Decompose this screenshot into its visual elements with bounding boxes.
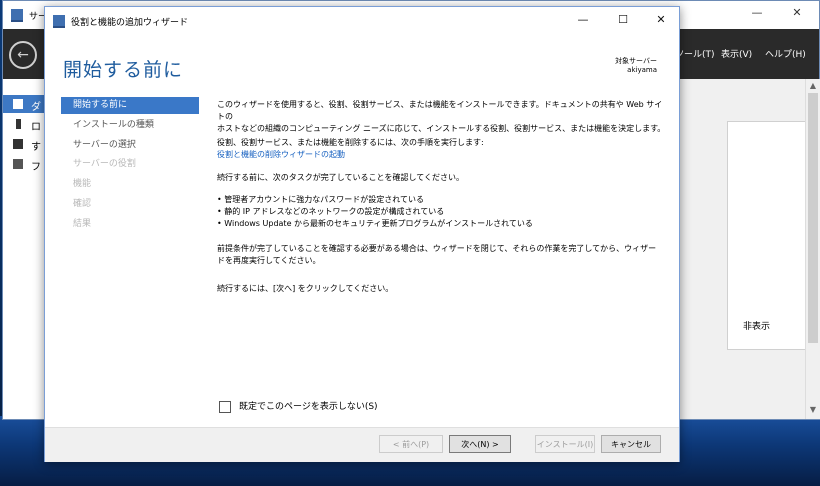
- nav-item-all-servers[interactable]: す: [3, 135, 47, 153]
- server-manager-nav: ダ ロ す フ: [3, 79, 47, 419]
- nav-item-label: フ: [31, 162, 41, 173]
- minimize-icon[interactable]: —: [571, 13, 595, 29]
- back-arrow-icon[interactable]: ←: [9, 41, 37, 69]
- file-services-icon: [13, 159, 23, 169]
- wizard-header: 開始する前に 対象サーバー akiyama: [45, 35, 679, 95]
- step-installation-type[interactable]: インストールの種類: [61, 117, 199, 134]
- skip-page-label[interactable]: 既定でこのページを表示しない(S): [239, 402, 378, 412]
- prereq-note: 前提条件が完了していることを確認する必要がある場合は、ウィザードを閉じて、それら…: [217, 243, 667, 267]
- scroll-down-icon[interactable]: ▼: [806, 405, 820, 414]
- skip-page-option[interactable]: 既定でこのページを表示しない(S): [219, 399, 378, 413]
- nav-item-file-services[interactable]: フ: [3, 155, 47, 173]
- list-item: • 管理者アカウントに強力なパスワードが設定されている: [217, 195, 425, 204]
- step-features: 機能: [73, 179, 92, 189]
- step-confirmation: 確認: [73, 199, 92, 209]
- continue-instruction: 続行するには、[次へ] をクリックしてください。: [217, 284, 394, 293]
- next-button[interactable]: 次へ(N) >: [449, 435, 511, 453]
- prereq-note-line-2: ドを再度実行してください。: [217, 256, 321, 265]
- scroll-up-icon[interactable]: ▲: [806, 81, 820, 90]
- remove-wizard-link[interactable]: 役割と機能の削除ウィザードの起動: [217, 149, 667, 161]
- wizard-footer: < 前へ(P) 次へ(N) > インストール(I) キャンセル: [45, 427, 679, 462]
- install-button[interactable]: インストール(I): [535, 435, 595, 453]
- remove-instructions: 役割、役割サービス、または機能を削除するには、次の手順を実行します:: [217, 138, 484, 147]
- previous-button[interactable]: < 前へ(P): [379, 435, 443, 453]
- all-servers-icon: [13, 139, 23, 149]
- nav-item-label: す: [31, 142, 41, 153]
- intro-line-2: ホストなどの組織のコンピューティング ニーズに応じて、インストールする役割、役割…: [217, 124, 666, 133]
- list-item: • Windows Update から最新のセキュリティ更新プログラムがインスト…: [217, 219, 533, 228]
- add-roles-features-wizard: 役割と機能の追加ウィザード — ☐ ✕ 開始する前に 対象サーバー akiyam…: [44, 6, 680, 462]
- target-server-label: 対象サーバー: [615, 57, 657, 65]
- menu-view[interactable]: 表示(V): [721, 47, 752, 60]
- minimize-icon[interactable]: —: [747, 6, 767, 22]
- wizard-steps-nav: 開始する前に インストールの種類 サーバーの選択 サーバーの役割 機能 確認 結…: [59, 97, 199, 417]
- wizard-content: このウィザードを使用すると、役割、役割サービス、または機能をインストールできます…: [217, 99, 667, 419]
- nav-item-dashboard[interactable]: ダ: [3, 95, 47, 113]
- wizard-title: 役割と機能の追加ウィザード: [71, 18, 189, 28]
- close-icon[interactable]: ✕: [787, 6, 807, 22]
- step-server-selection[interactable]: サーバーの選択: [61, 137, 199, 154]
- step-server-roles: サーバーの役割: [73, 159, 136, 169]
- scrollbar-thumb[interactable]: [808, 93, 818, 343]
- nav-item-local-server[interactable]: ロ: [3, 115, 47, 133]
- local-server-icon: [16, 119, 21, 129]
- intro-paragraph: このウィザードを使用すると、役割、役割サービス、または機能をインストールできます…: [217, 99, 667, 135]
- server-manager-icon: [53, 15, 65, 28]
- prereq-note-line-1: 前提条件が完了していることを確認する必要がある場合は、ウィザードを閉じて、それら…: [217, 244, 657, 253]
- prereq-intro: 続行する前に、次のタスクが完了していることを確認してください。: [217, 173, 465, 182]
- wizard-titlebar: 役割と機能の追加ウィザード — ☐ ✕: [45, 7, 679, 35]
- cancel-button[interactable]: キャンセル: [601, 435, 661, 453]
- step-before-you-begin[interactable]: 開始する前に: [61, 97, 199, 114]
- menu-tools[interactable]: ツール(T): [675, 47, 715, 60]
- dashboard-icon: [13, 99, 23, 109]
- hide-link[interactable]: 非表示: [743, 319, 770, 332]
- maximize-icon[interactable]: ☐: [611, 13, 635, 29]
- intro-line-1: このウィザードを使用すると、役割、役割サービス、または機能をインストールできます…: [217, 100, 663, 121]
- step-results: 結果: [73, 219, 92, 229]
- menu-help[interactable]: ヘルプ(H): [765, 47, 806, 60]
- nav-item-label: ロ: [31, 122, 41, 133]
- list-item: • 静的 IP アドレスなどのネットワークの設定が構成されている: [217, 207, 445, 216]
- prereq-list: • 管理者アカウントに強力なパスワードが設定されている • 静的 IP アドレス…: [217, 194, 657, 230]
- close-icon[interactable]: ✕: [649, 13, 673, 29]
- vertical-scrollbar[interactable]: ▲ ▼: [805, 79, 820, 419]
- nav-item-label: ダ: [31, 102, 41, 113]
- page-title: 開始する前に: [63, 59, 184, 81]
- target-server-value: akiyama: [627, 66, 657, 74]
- server-manager-icon: [11, 9, 23, 22]
- skip-page-checkbox[interactable]: [219, 400, 231, 413]
